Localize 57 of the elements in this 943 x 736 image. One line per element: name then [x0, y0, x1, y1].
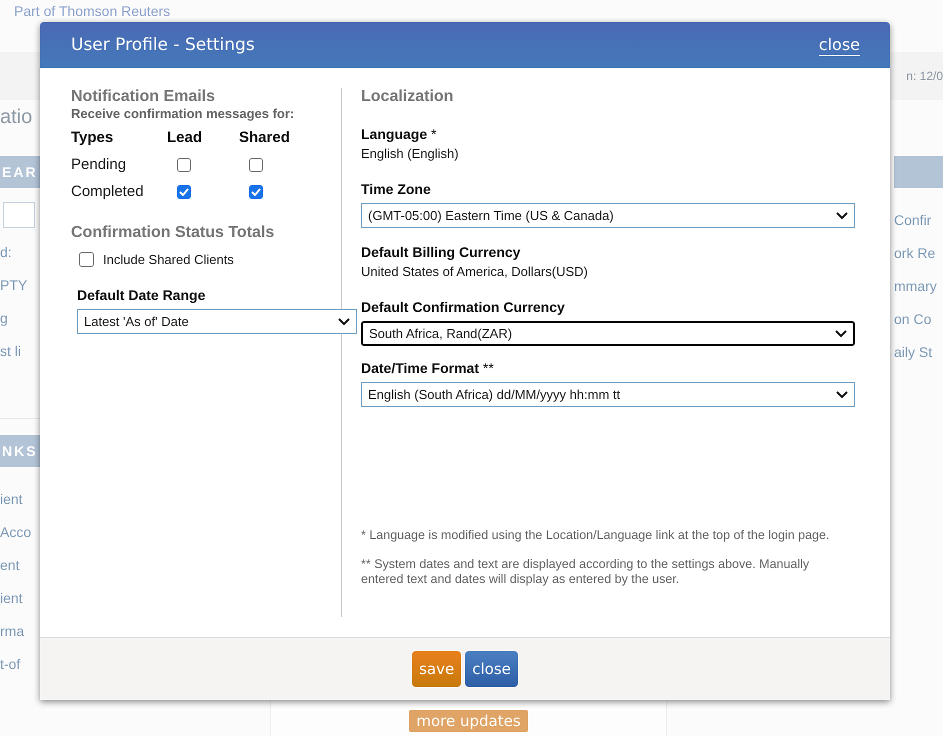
- more-updates-button[interactable]: more updates: [409, 710, 528, 732]
- report-link[interactable]: aily St: [894, 336, 932, 369]
- column-header: Types: [71, 129, 114, 146]
- panel-text: g: [0, 309, 8, 328]
- footnote: ** System dates and text are displayed according to the settings above. Manually entered text and dates will display as entered by the user.: [361, 557, 810, 587]
- checkbox[interactable]: [249, 158, 263, 172]
- report-link[interactable]: ork Re: [894, 237, 936, 270]
- field-value: United States of America, Dollars(USD): [361, 264, 589, 279]
- chevron-down-icon: [338, 318, 350, 326]
- sidebar-link[interactable]: ent: [0, 549, 20, 582]
- chevron-down-icon: [835, 330, 847, 338]
- panel-header: [894, 156, 943, 188]
- field-label: Time Zone: [361, 181, 432, 197]
- page-heading: atio: [0, 106, 32, 130]
- checkbox[interactable]: [177, 158, 191, 172]
- section-subheading: Receive confirmation messages for:: [71, 106, 296, 121]
- select-field[interactable]: English (South Africa) dd/MM/yyyy hh:mm tt: [361, 382, 855, 407]
- sidebar-link[interactable]: ient: [0, 483, 23, 516]
- panel-text: st li: [0, 342, 21, 361]
- dialog-title: User Profile - Settings: [71, 35, 255, 55]
- checkbox[interactable]: [249, 184, 263, 198]
- field-value: English (English): [361, 146, 460, 161]
- save-button[interactable]: save: [412, 651, 462, 687]
- tagline: Part of Thomson Reuters: [14, 3, 170, 19]
- chevron-down-icon: [836, 390, 848, 398]
- checkbox-label: Include Shared Clients: [103, 252, 234, 267]
- select-field[interactable]: South Africa, Rand(ZAR): [361, 321, 855, 346]
- sidebar-link[interactable]: t-of: [0, 648, 20, 681]
- field-label: Date/Time Format **: [361, 360, 495, 376]
- section-heading: Confirmation Status Totals: [71, 224, 276, 242]
- close-link[interactable]: close: [818, 34, 860, 56]
- footnote: * Language is modified using the Location/Language link at the top of the login page.: [361, 528, 830, 543]
- field-label: Default Billing Currency: [361, 244, 522, 260]
- column-header: Shared: [239, 129, 291, 146]
- section-heading: Localization: [361, 88, 454, 106]
- column-header: Lead: [167, 129, 204, 146]
- checkbox[interactable]: [79, 252, 94, 267]
- field-label: Default Confirmation Currency: [361, 299, 566, 315]
- sidebar-link[interactable]: Acco: [0, 516, 32, 549]
- report-link[interactable]: on Co: [894, 303, 932, 336]
- checkbox[interactable]: [177, 184, 191, 198]
- report-link[interactable]: mmary: [894, 270, 937, 303]
- field-label: Default Date Range: [77, 287, 206, 303]
- close-button[interactable]: close: [465, 651, 518, 687]
- status-text: n: 12/0: [906, 69, 943, 83]
- sidebar-link[interactable]: rma: [0, 615, 24, 648]
- section-heading: Notification Emails: [71, 88, 216, 106]
- select-field[interactable]: (GMT-05:00) Eastern Time (US & Canada): [361, 203, 855, 228]
- search-field[interactable]: [3, 202, 35, 228]
- chevron-down-icon: [836, 212, 848, 220]
- sidebar-link[interactable]: ient: [0, 582, 23, 615]
- panel-text: PTY: [0, 276, 28, 295]
- select-field[interactable]: Latest 'As of' Date: [77, 309, 357, 334]
- field-label: Language *: [361, 126, 438, 142]
- type-label: Pending: [71, 156, 128, 173]
- panel-text: d:: [0, 243, 12, 262]
- report-link[interactable]: Confir: [894, 204, 932, 237]
